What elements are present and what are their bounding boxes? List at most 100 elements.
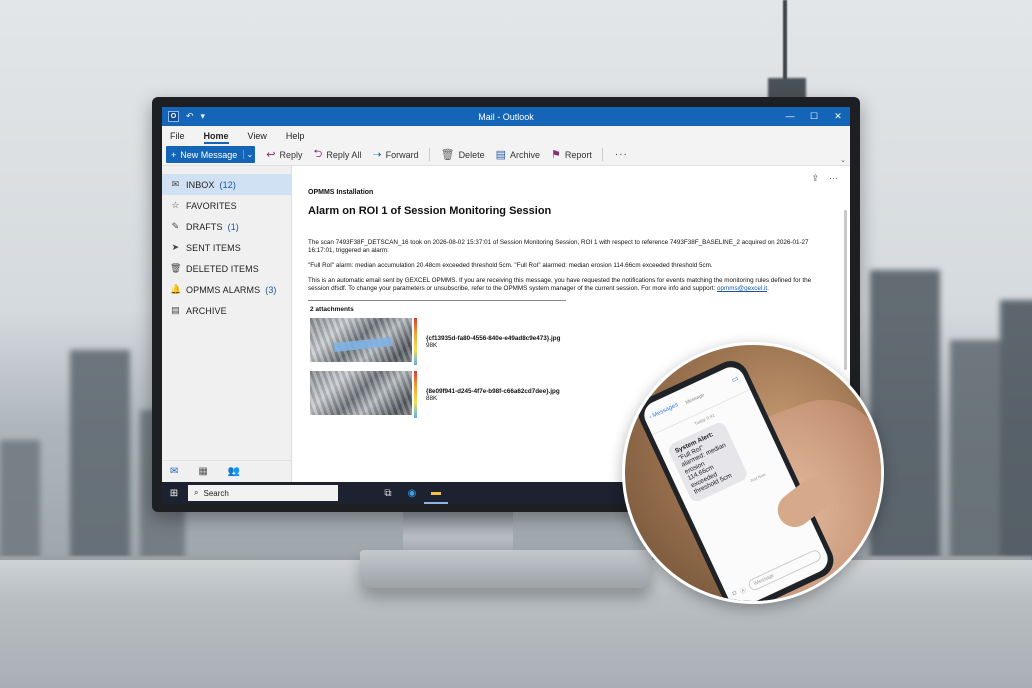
menu-bar: File Home View Help [162,126,850,144]
tab-home[interactable]: Home [203,131,229,144]
video-call-icon[interactable]: ▭ [730,374,740,384]
attachment-thumbnail[interactable] [310,371,420,418]
trash-icon: 🗑 [170,263,182,273]
more-icon[interactable]: ··· [829,173,838,184]
folder-item-inbox[interactable]: ✉ INBOX (12) [162,174,291,195]
forward-label: Forward [385,149,419,160]
title-bar: O ↶ ▾ Mail - Outlook — ☐ ✕ [162,107,850,126]
delete-button[interactable]: 🗑 Delete [441,148,485,161]
folder-item-favorites[interactable]: ☆ FAVORITES [162,195,291,216]
file-explorer-icon[interactable]: ▬ [424,482,448,504]
folder-label: ARCHIVE [186,305,227,316]
flag-icon: ⚑ [551,149,561,161]
undo-icon[interactable]: ↶ [186,111,194,122]
mail-icon[interactable]: ✉ [170,466,178,477]
folder-label: INBOX [186,179,215,190]
reading-scrollbar[interactable] [844,210,847,370]
attachment-size: 88K [426,394,438,402]
attachments-divider [308,300,566,301]
phone-back-button[interactable]: ‹ Messages [648,402,679,421]
folder-item-deleted-items[interactable]: 🗑 DELETED ITEMS [162,258,291,279]
reply-all-icon: ⮌ [313,148,323,160]
monitor-neck [403,512,513,554]
apps-icon[interactable]: Ⓐ [738,584,747,595]
people-icon[interactable]: 👥 [228,466,240,477]
maximize-button[interactable]: ☐ [802,111,826,122]
plus-icon: + [171,149,177,160]
email-body: The scan 7493F38F_DETSCAN_16 took on 202… [308,239,834,293]
archive-label: Archive [509,149,540,160]
ribbon-toolbar: + New Message ⌄ ↩ Reply ⮌ Reply All ➝ Fo… [162,144,850,166]
tab-help[interactable]: Help [286,131,305,144]
forward-button[interactable]: ➝ Forward [372,148,418,161]
send-icon: ➤ [171,242,180,252]
attachment-name: {cf13935d-fa80-4556-840e-e49ad8c9e473}.j… [426,334,561,342]
folder-item-opmms-alarms[interactable]: 🔔 OPMMS ALARMS (3) [162,279,291,300]
share-icon[interactable]: ⇪ [811,173,819,184]
outlook-app-icon: O [168,111,179,122]
calendar-icon[interactable]: ▦ [198,466,207,477]
email-paragraph-end: . [767,285,769,292]
attachment-thumbnail[interactable] [310,318,420,365]
new-message-label: New Message [180,149,238,160]
phone-back-label: Messages [651,402,680,420]
email-paragraph: "Full RoI" alarm: median accumulation 20… [308,262,713,269]
folder-label: SENT ITEMS [186,242,241,253]
taskbar-search[interactable]: ⌕ Search [188,485,338,501]
reading-tools: ⇪ ··· [811,173,838,184]
reply-label: Reply [279,149,303,160]
folder-item-sent-items[interactable]: ➤ SENT ITEMS [162,237,291,258]
folder-label: DRAFTS [186,221,223,232]
reply-button[interactable]: ↩ Reply [266,148,302,161]
pencil-icon: ✎ [171,221,180,231]
camera-icon[interactable]: ◘ [732,590,738,597]
report-label: Report [564,149,592,160]
new-message-dropdown-icon[interactable]: ⌄ [243,150,255,159]
reply-all-label: Reply All [326,149,362,160]
archive-icon: ▤ [495,149,506,161]
edge-browser-icon[interactable]: ◉ [400,482,424,504]
trash-icon: 🗑 [440,149,455,161]
quick-access-dropdown-icon[interactable]: ▾ [201,111,206,122]
folder-count: (3) [265,284,277,295]
minimize-button[interactable]: — [778,111,802,122]
ribbon-collapse-icon[interactable]: ⌄ [840,156,846,164]
archive-button[interactable]: ▤ Archive [496,148,540,161]
task-view-icon[interactable]: ⧉ [376,482,400,504]
module-switcher: ✉ ▦ 👥 [162,460,291,482]
tab-view[interactable]: View [248,131,267,144]
email-paragraph: The scan 7493F38F_DETSCAN_16 took on 202… [308,239,809,254]
folder-item-archive[interactable]: ▤ ARCHIVE [162,300,291,321]
folder-item-drafts[interactable]: ✎ DRAFTS (1) [162,216,291,237]
delete-label: Delete [458,149,485,160]
more-options-button[interactable]: ··· [615,149,628,160]
phone-inset: ‹ Messages Message ▭ Today 9:41 System A… [622,342,884,604]
folder-pane: ✉ INBOX (12) ☆ FAVORITES ✎ DRAFTS (1) ➤ … [162,166,292,482]
new-message-button[interactable]: + New Message ⌄ [166,146,256,163]
folder-count: (12) [219,179,236,190]
support-email-link[interactable]: opmms@gexcel.it [717,285,767,292]
close-button[interactable]: ✕ [826,111,850,122]
search-label: Search [203,488,229,498]
attachment-name: {8e09f941-d245-4f7e-b98f-c66a62cd7dee}.j… [426,387,560,395]
folder-label: DELETED ITEMS [186,263,259,274]
search-icon: ⌕ [194,488,199,497]
folder-label: OPMMS ALARMS [186,284,261,295]
windows-start-icon[interactable]: ⊞ [162,488,186,499]
reply-icon: ↩ [266,149,276,161]
monitor-base [360,550,652,588]
folder-count: (1) [227,221,239,232]
folder-label: FAVORITES [186,200,237,211]
ribbon-divider [601,148,603,161]
ribbon-divider [428,148,430,161]
reply-all-button[interactable]: ⮌ Reply All [314,145,362,164]
attachments-title: 2 attachments [310,306,354,313]
attachment-size: 98K [426,341,438,349]
phone-contact: Message [684,392,706,407]
email-paragraph: This is an automatic email sent by GEXCE… [308,277,834,293]
bell-icon: 🔔 [170,284,182,294]
report-button[interactable]: ⚑ Report [551,148,592,161]
forward-icon: ➝ [372,149,382,161]
email-sender: OPMMS Installation [308,189,374,196]
tab-file[interactable]: File [170,131,185,144]
